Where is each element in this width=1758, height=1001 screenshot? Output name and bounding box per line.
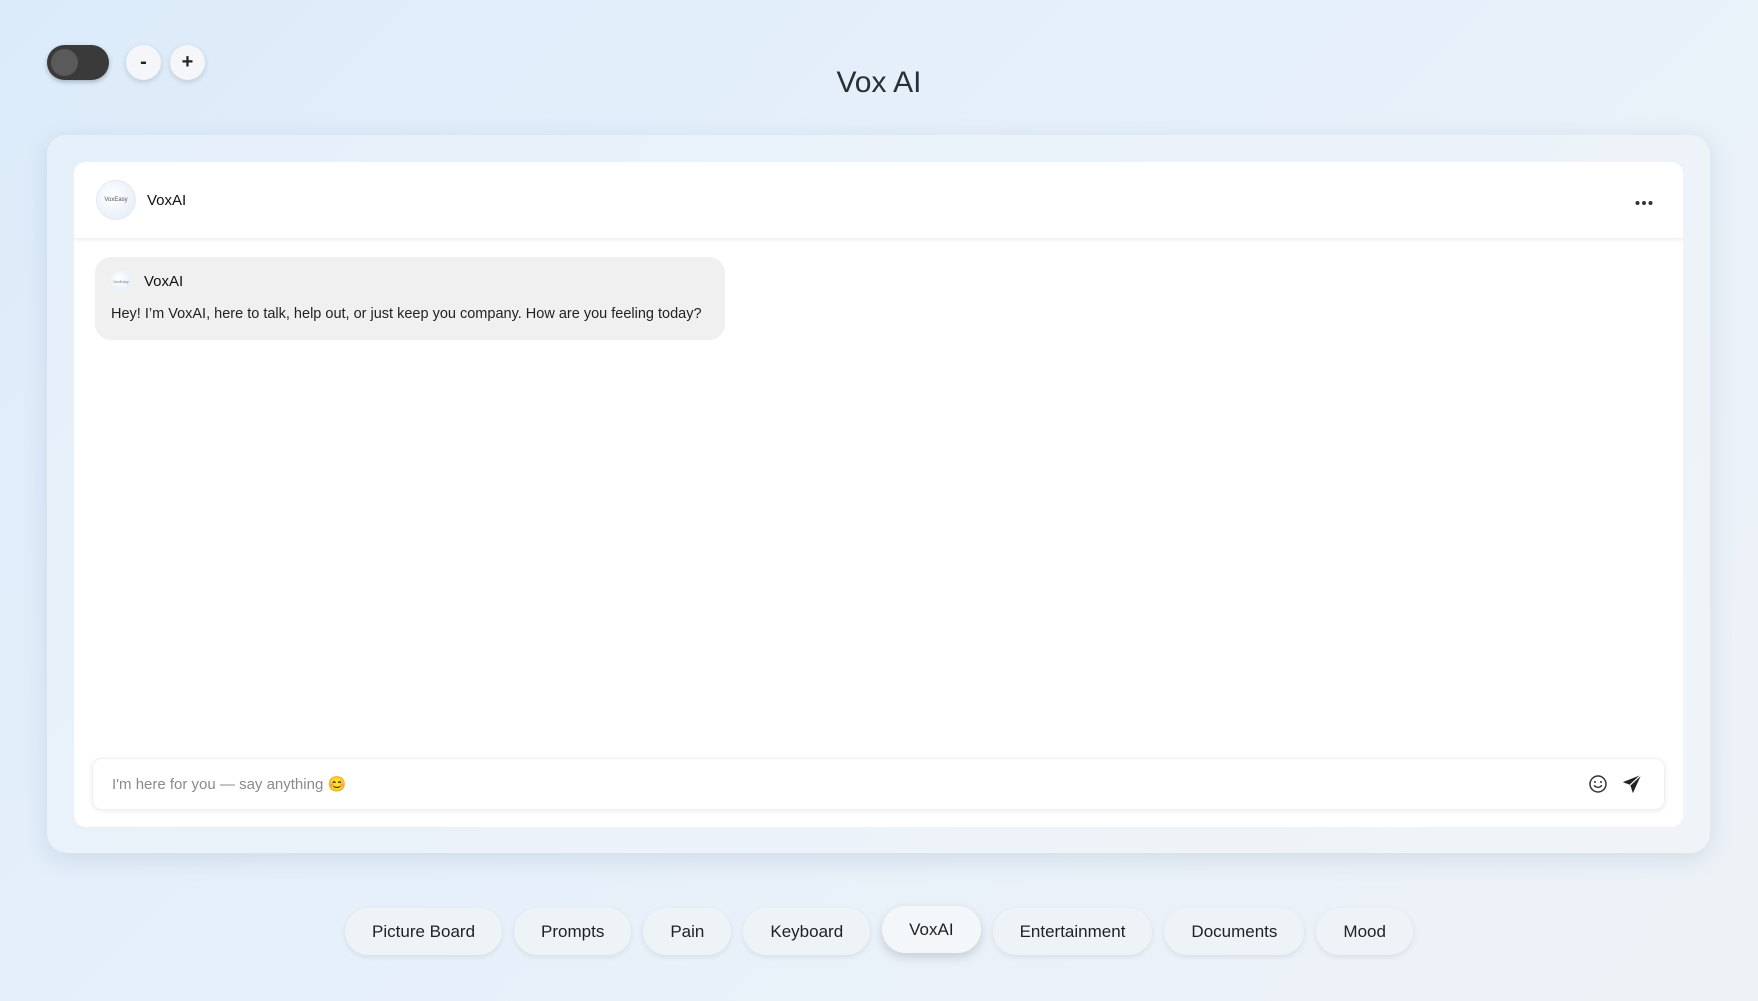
chat-input-bar: [92, 758, 1665, 810]
chat-header-name: VoxAI: [147, 191, 187, 209]
send-icon[interactable]: [1620, 772, 1644, 796]
main-panel: VoxEasy VoxAI VoxEasy VoxAI Hey! I’m Vox…: [47, 135, 1710, 853]
message-avatar-logo-text: VoxEasy: [113, 278, 129, 284]
bottom-nav: Picture Board Prompts Pain Keyboard VoxA…: [0, 906, 1758, 955]
smile-icon[interactable]: [1586, 772, 1610, 796]
send-icon-svg: [1622, 774, 1642, 794]
chat-card: VoxEasy VoxAI VoxEasy VoxAI Hey! I’m Vox…: [74, 162, 1683, 827]
message-text: Hey! I’m VoxAI, here to talk, help out, …: [111, 306, 702, 322]
tab-entertainment[interactable]: Entertainment: [992, 908, 1153, 955]
avatar: VoxEasy: [96, 180, 136, 220]
chat-header: VoxEasy VoxAI: [74, 162, 1683, 239]
tab-pain[interactable]: Pain: [643, 908, 732, 955]
more-horizontal-icon-svg: [1635, 201, 1653, 205]
tab-voxai[interactable]: VoxAI: [882, 906, 981, 953]
tab-picture-board[interactable]: Picture Board: [345, 908, 503, 955]
tab-mood[interactable]: Mood: [1316, 908, 1413, 955]
message-list: VoxEasy VoxAI Hey! I’m VoxAI, here to ta…: [74, 239, 1683, 358]
message-avatar: VoxEasy: [111, 271, 131, 291]
tab-documents[interactable]: Documents: [1164, 908, 1305, 955]
tab-keyboard[interactable]: Keyboard: [743, 908, 871, 955]
message-bubble: VoxEasy VoxAI Hey! I’m VoxAI, here to ta…: [95, 257, 725, 340]
page-title: Vox AI: [836, 66, 922, 99]
tab-prompts[interactable]: Prompts: [514, 908, 632, 955]
message-sender: VoxAI: [144, 272, 184, 290]
chat-input[interactable]: [93, 758, 1586, 810]
avatar-logo-text: VoxEasy: [104, 197, 128, 203]
more-horizontal-icon[interactable]: [1635, 190, 1653, 210]
smile-icon-svg: [1589, 775, 1607, 793]
message-header: VoxEasy VoxAI: [111, 271, 709, 291]
